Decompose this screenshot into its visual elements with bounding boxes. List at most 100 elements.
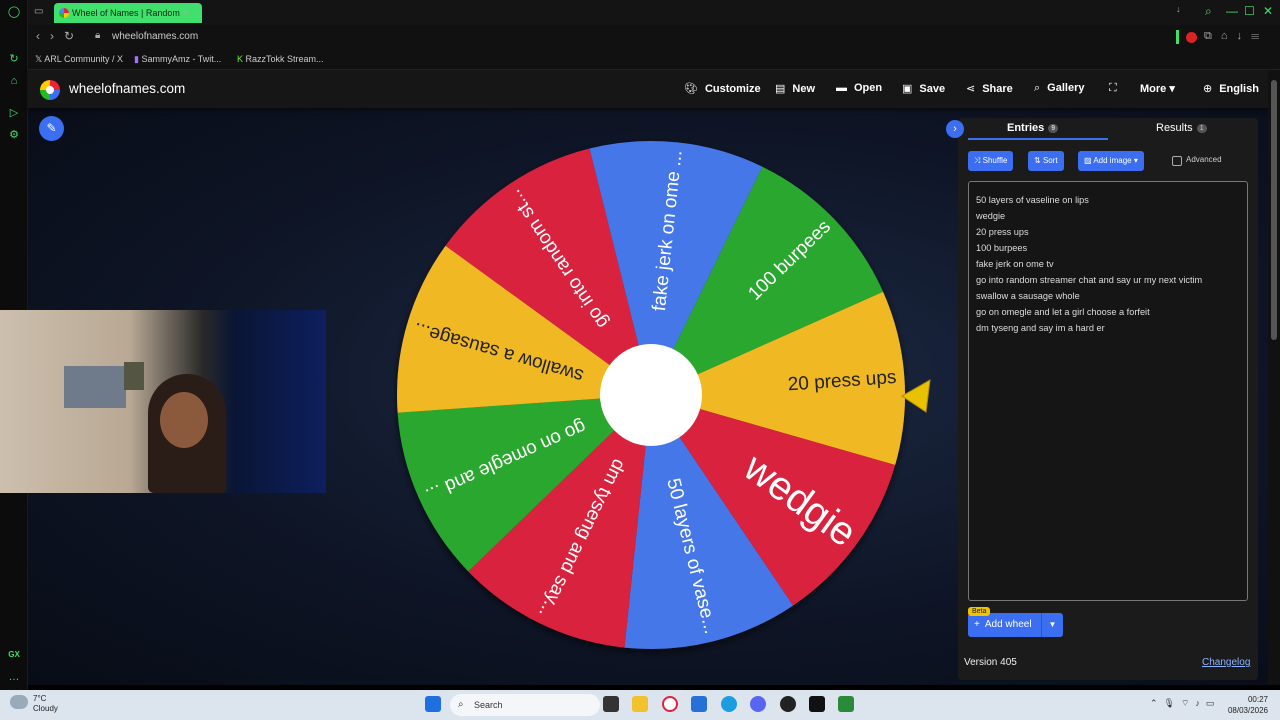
- share-icon: ⋖: [966, 83, 976, 95]
- site-topbar: wheelofnames.com 🎨︎ Customize ▤ New ▬ Open …: [28, 70, 1268, 108]
- wheel-pointer-icon: [901, 379, 931, 413]
- discord-icon[interactable]: [750, 696, 766, 712]
- weather-widget[interactable]: 7°C Cloudy: [33, 694, 58, 714]
- menu-open[interactable]: ▬ Open: [836, 82, 882, 94]
- entry-line: wedgie: [976, 211, 1006, 221]
- version-label: Version 405: [964, 657, 1017, 668]
- minimize-icon[interactable]: —: [1226, 4, 1238, 18]
- entry-line: fake jerk on ome tv: [976, 259, 1054, 269]
- nav-buttons[interactable]: ‹›↻: [36, 29, 84, 43]
- site-logo-icon[interactable]: [40, 80, 60, 100]
- maximize-icon[interactable]: ☐: [1244, 4, 1255, 18]
- gx-icon[interactable]: GX: [7, 648, 21, 662]
- bookmarks-bar: 𝕏 ARL Community / X ▮ SammyAmz - Twit...…: [28, 50, 1280, 70]
- add-wheel-dropdown[interactable]: ▼: [1041, 613, 1063, 637]
- entry-line: dm tyseng and say im a hard er: [976, 323, 1105, 333]
- chevron-right-icon: ›: [953, 123, 957, 135]
- chevron-down-icon: ▼: [1048, 620, 1057, 629]
- pencil-icon: ✎: [46, 121, 57, 135]
- changelog-link[interactable]: Changelog: [1202, 657, 1250, 668]
- settings-icon[interactable]: ⚙: [7, 128, 21, 142]
- menu-customize[interactable]: 🎨︎ Customize: [684, 82, 761, 95]
- tab-results[interactable]: Results 1: [1156, 122, 1207, 134]
- menu-more[interactable]: More ▾: [1140, 82, 1175, 95]
- extension-divider: [1176, 30, 1179, 44]
- bookmark-item[interactable]: K RazzTokk Stream...: [237, 54, 324, 64]
- scrollbar-thumb[interactable]: [1271, 80, 1277, 340]
- beta-badge: Beta: [968, 607, 991, 616]
- task-view-icon[interactable]: [603, 696, 619, 712]
- tab-title: Wheel of Names | Random: [72, 8, 180, 18]
- terminal-icon[interactable]: [809, 696, 825, 712]
- app-icon[interactable]: [780, 696, 796, 712]
- url-field[interactable]: wheelofnames.com: [112, 31, 198, 42]
- windows-start-icon[interactable]: [425, 696, 441, 712]
- palette-icon: 🎨︎: [684, 83, 698, 95]
- entry-line: go on omegle and let a girl choose a for…: [976, 307, 1150, 317]
- page-scrollbar[interactable]: [1268, 70, 1280, 685]
- menu-save[interactable]: ▣ Save: [902, 82, 945, 95]
- sort-button[interactable]: ⇅ Sort: [1028, 151, 1064, 171]
- play-icon[interactable]: ▷: [7, 106, 21, 120]
- search-tabs-icon[interactable]: ⌕: [1205, 4, 1212, 19]
- webcam-face: [160, 392, 208, 448]
- entry-line: 20 press ups: [976, 227, 1029, 237]
- fullscreen-button[interactable]: ⛶: [1109, 82, 1124, 95]
- wheel[interactable]: 20 press upswedgie50 layers of vase...dm…: [394, 138, 914, 658]
- site-name[interactable]: wheelofnames.com: [69, 81, 185, 96]
- webcam-picture-frame: [124, 362, 144, 390]
- tab-underline: [968, 138, 1108, 140]
- menu-language[interactable]: ⊕ English: [1203, 82, 1259, 95]
- address-bar: ‹›↻ 🔒︎ wheelofnames.com ⧉⌂↓☰: [28, 25, 1280, 50]
- bag-icon[interactable]: ⌂: [7, 74, 21, 88]
- menu-new[interactable]: ▤ New: [775, 82, 815, 95]
- plus-icon: +: [974, 619, 980, 630]
- add-image-button[interactable]: ▨ Add image ▾: [1078, 151, 1144, 171]
- entries-textarea[interactable]: 50 layers of vaseline on lips wedgie 20 …: [968, 181, 1248, 601]
- file-explorer-icon[interactable]: [632, 696, 648, 712]
- webcam-overlay: [0, 310, 326, 493]
- shuffle-icon: ⤨: [974, 156, 981, 165]
- calculator-icon[interactable]: [838, 696, 854, 712]
- store-icon[interactable]: [691, 696, 707, 712]
- tab-menu-icon[interactable]: ▭: [34, 6, 43, 17]
- adblock-icon[interactable]: [1186, 32, 1197, 43]
- opera-gx-icon[interactable]: [662, 696, 678, 712]
- wheel-favicon-icon: [59, 8, 69, 18]
- edge-icon[interactable]: [721, 696, 737, 712]
- browser-logo-icon[interactable]: ◯: [7, 5, 21, 19]
- extension-icons[interactable]: ⧉⌂↓☰: [1204, 30, 1268, 43]
- advanced-checkbox[interactable]: [1172, 156, 1182, 166]
- more-icon[interactable]: …: [7, 670, 21, 684]
- taskbar: 7°C Cloudy Search ⌕ ⌃🎙︎⌔♪▭ 00:27 08/03/202…: [0, 690, 1280, 720]
- taskbar-search[interactable]: Search: [450, 694, 600, 716]
- advanced-label: Advanced: [1186, 155, 1222, 164]
- page-content: wheelofnames.com 🎨︎ Customize ▤ New ▬ Open …: [0, 70, 1268, 685]
- edit-pencil-button[interactable]: ✎: [39, 116, 64, 141]
- fullscreen-icon: ⛶: [1109, 82, 1117, 94]
- menu-share[interactable]: ⋖ Share: [966, 82, 1013, 95]
- save-icon: ▣: [902, 83, 913, 95]
- sort-icon: ⇅: [1034, 156, 1041, 165]
- menu-gallery[interactable]: ⌕ Gallery: [1034, 82, 1084, 95]
- webcam-poster: [64, 366, 126, 408]
- tab-entries[interactable]: Entries 9: [1007, 122, 1059, 134]
- cloud-icon: [10, 695, 28, 709]
- wheel-center[interactable]: [600, 344, 702, 446]
- close-icon[interactable]: ✕: [1263, 4, 1273, 18]
- taskbar-clock[interactable]: 00:27 08/03/2026: [1212, 694, 1268, 716]
- shuffle-button[interactable]: ⤨ Shuffle: [968, 151, 1014, 171]
- download-arrow-icon[interactable]: ↓: [1176, 4, 1181, 14]
- new-tab-button[interactable]: +: [182, 4, 190, 19]
- search-icon: ⌕: [458, 699, 464, 710]
- search-icon: ⌕: [1034, 82, 1041, 94]
- sync-icon[interactable]: ↻: [7, 52, 21, 66]
- entries-count-badge: 9: [1048, 123, 1059, 133]
- active-tab[interactable]: Wheel of Names | Random: [54, 3, 202, 23]
- folder-icon: ▬: [836, 82, 847, 94]
- bookmark-item[interactable]: ▮ SammyAmz - Twit...: [134, 54, 221, 65]
- bookmark-item[interactable]: 𝕏 ARL Community / X: [35, 54, 123, 65]
- system-tray[interactable]: ⌃🎙︎⌔♪▭: [1150, 698, 1220, 709]
- entry-line: go into random streamer chat and say ur …: [976, 275, 1203, 285]
- collapse-panel-button[interactable]: ›: [946, 120, 964, 138]
